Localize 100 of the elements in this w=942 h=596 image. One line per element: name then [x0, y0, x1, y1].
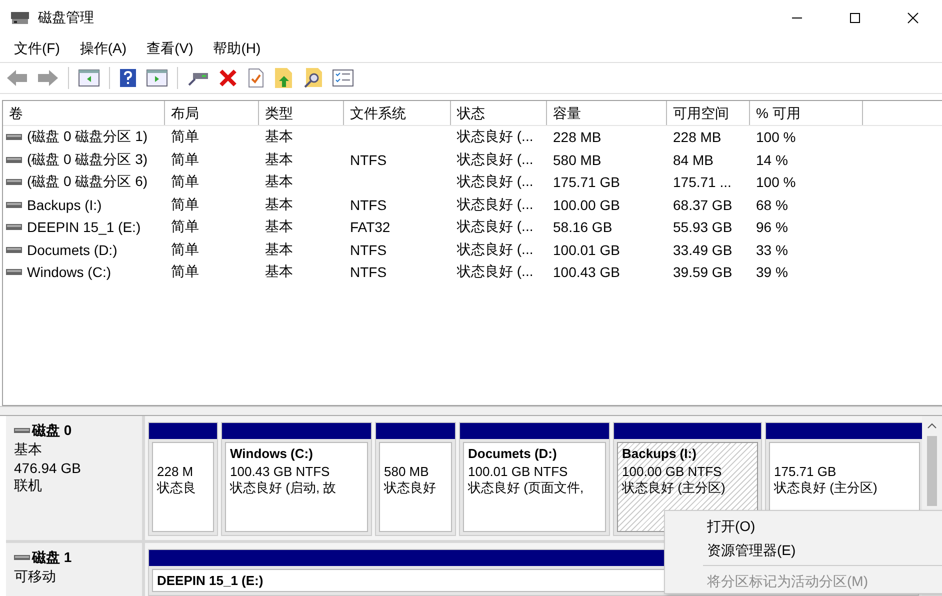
column-header[interactable]: 状态 — [451, 101, 547, 125]
table-cell: 基本 — [265, 218, 293, 234]
table-cell: 基本 — [265, 128, 293, 144]
table-cell: 状态良好 (... — [457, 240, 534, 257]
partition-block[interactable]: Documets (D:) 100.01 GB NTFS 状态良好 (页面文件, — [463, 442, 606, 532]
drive-icon — [6, 200, 22, 209]
table-cell: 基本 — [265, 173, 293, 190]
table-cell: 228 MB — [673, 129, 722, 146]
drive-icon — [6, 133, 22, 142]
partition-status: 状态良好 — [384, 479, 436, 497]
disk-management-icon — [10, 9, 30, 27]
table-cell: 228 MB — [553, 129, 602, 146]
table-cell: 100.01 GB — [553, 242, 620, 258]
console-tree-icon[interactable] — [78, 69, 100, 87]
partition-block[interactable]: 228 M 状态良 — [152, 442, 214, 532]
partition-size: 175.71 GB — [774, 464, 836, 479]
partition-size: 100.01 GB NTFS — [468, 464, 568, 479]
table-cell: NTFS — [350, 264, 387, 280]
table-cell: 基本 — [265, 263, 293, 280]
table-cell: 100 % — [756, 174, 796, 190]
maximize-icon — [849, 12, 861, 24]
partition-name: Backups (I:) — [622, 446, 696, 463]
checklist-icon[interactable] — [332, 69, 354, 87]
table-cell: NTFS — [350, 152, 387, 168]
partition-name: Documets (D:) — [468, 446, 557, 463]
table-cell: 简单 — [171, 150, 199, 167]
menu-item[interactable]: 查看(V) — [138, 38, 202, 60]
partition-size: 100.43 GB NTFS — [230, 464, 330, 479]
partition-block[interactable]: 580 MB 状态良好 — [379, 442, 452, 532]
disk-detail: 联机 — [14, 477, 42, 495]
table-cell: 175.71 GB — [553, 174, 620, 190]
column-header[interactable]: 容量 — [547, 101, 667, 125]
table-cell: Backups (I:) — [27, 196, 102, 213]
partition-status: 状态良好 (主分区) — [774, 479, 878, 497]
menu-item[interactable]: 文件(F) — [6, 38, 68, 60]
column-header[interactable]: 文件系统 — [344, 101, 451, 125]
drive-icon — [6, 156, 22, 164]
table-cell: (磁盘 0 磁盘分区 1) — [27, 128, 148, 146]
drive-icon — [6, 246, 22, 254]
folder-search-icon[interactable] — [303, 67, 323, 89]
properties-icon[interactable] — [247, 68, 265, 88]
partition-size: 228 M — [157, 464, 194, 479]
action-pane-icon[interactable] — [146, 69, 168, 87]
partition-status: 状态良好 (启动, 故 — [230, 479, 336, 497]
table-cell: 简单 — [171, 218, 199, 234]
partition-name: DEEPIN 15_1 (E:) — [157, 573, 264, 590]
disk-detail: 476.94 GB — [14, 460, 81, 476]
menu-item[interactable]: 帮助(H) — [205, 38, 269, 60]
column-header[interactable]: 可用空间 — [667, 101, 750, 125]
table-cell: 580 MB — [553, 152, 602, 168]
table-cell: DEEPIN 15_1 (E:) — [27, 219, 141, 236]
column-header[interactable]: % 可用 — [750, 101, 863, 125]
disk-name: 磁盘 1 — [32, 549, 72, 567]
partition-status: 状态良好 (页面文件, — [468, 479, 584, 497]
table-cell: 基本 — [265, 150, 293, 167]
table-cell: 33.49 GB — [673, 242, 732, 258]
table-cell: 96 % — [756, 219, 788, 236]
table-cell: (磁盘 0 磁盘分区 6) — [27, 173, 148, 192]
table-cell: 84 MB — [673, 152, 714, 168]
partition-size: 100.00 GB NTFS — [622, 464, 722, 479]
table-cell: 33 % — [756, 242, 788, 258]
table-cell: (磁盘 0 磁盘分区 3) — [27, 150, 148, 169]
table-cell: FAT32 — [350, 219, 390, 236]
table-cell: 58.16 GB — [553, 219, 612, 236]
partition-header-bar — [149, 423, 217, 439]
partition-status: 状态良好 (主分区) — [622, 479, 726, 497]
table-cell: 状态良好 (... — [457, 263, 534, 280]
column-header[interactable]: 类型 — [259, 101, 344, 125]
partition-block[interactable]: Windows (C:) 100.43 GB NTFS 状态良好 (启动, 故 — [225, 442, 368, 532]
scroll-up-icon[interactable] — [927, 422, 937, 430]
table-cell: 39.59 GB — [673, 264, 732, 280]
column-header[interactable]: 卷 — [3, 101, 165, 125]
disk-detail: 可移动 — [14, 568, 56, 586]
table-cell: 68 % — [756, 196, 788, 213]
delete-icon[interactable] — [218, 68, 238, 88]
table-cell: 175.71 ... — [673, 174, 732, 190]
table-cell: 100.00 GB — [553, 196, 620, 213]
help-icon[interactable] — [119, 68, 137, 88]
drive-icon — [6, 223, 22, 232]
disk-detail: 基本 — [14, 441, 42, 459]
menu-item[interactable]: 操作(A) — [72, 38, 135, 60]
drive-icon — [6, 178, 22, 186]
table-cell: 简单 — [171, 263, 199, 280]
table-cell: Documets (D:) — [27, 242, 118, 258]
table-cell: 简单 — [171, 173, 199, 190]
folder-up-icon[interactable] — [274, 67, 294, 89]
table-cell: 简单 — [171, 128, 199, 144]
table-cell: 68.37 GB — [673, 196, 732, 213]
table-cell: 100 % — [756, 129, 796, 146]
partition-name: Windows (C:) — [230, 446, 313, 463]
scroll-thumb[interactable] — [927, 436, 937, 506]
table-cell: 状态良好 (... — [457, 196, 534, 212]
drive-icon — [14, 428, 30, 434]
table-cell: 39 % — [756, 264, 788, 280]
drive-icon — [6, 268, 22, 276]
context-menu-item[interactable]: 资源管理器(E) — [665, 538, 796, 562]
table-cell: 100.43 GB — [553, 264, 620, 280]
table-cell: 基本 — [265, 240, 293, 257]
column-header[interactable]: 布局 — [165, 101, 259, 125]
drive-icon — [14, 555, 30, 561]
